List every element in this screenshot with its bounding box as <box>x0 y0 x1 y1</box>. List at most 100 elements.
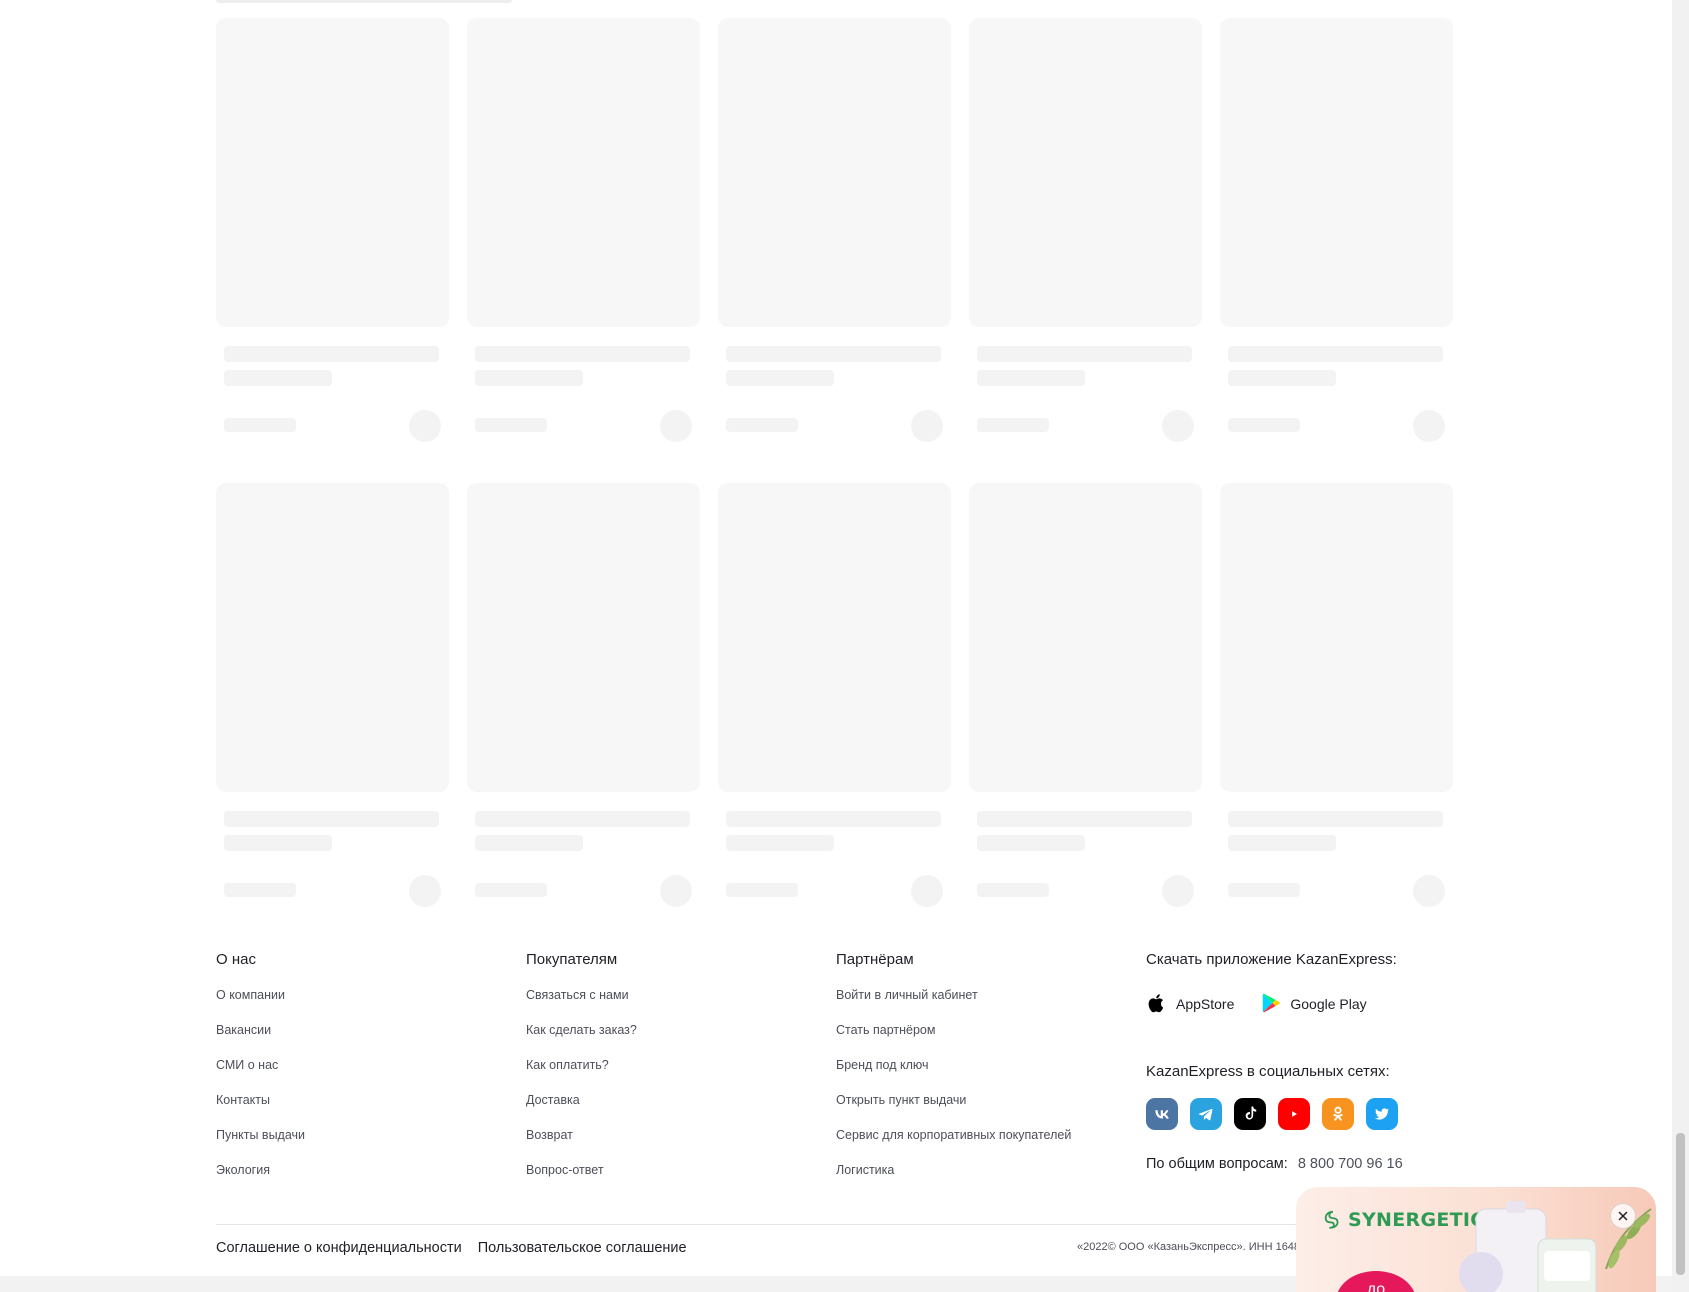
skeleton-cart-button <box>409 875 441 907</box>
skeleton-subtitle-line <box>726 370 834 386</box>
skeleton-product-card <box>1220 18 1453 483</box>
skeleton-subtitle-line <box>977 370 1085 386</box>
skeleton-product-card <box>1220 483 1453 948</box>
skeleton-title-line <box>726 811 941 827</box>
footer-link-ecology[interactable]: Экология <box>216 1160 305 1180</box>
skeleton-subtitle-line <box>726 835 834 851</box>
twitter-icon[interactable] <box>1366 1098 1398 1130</box>
user-agreement-link[interactable]: Пользовательское соглашение <box>478 1240 687 1256</box>
footer-link-faq[interactable]: Вопрос-ответ <box>526 1160 637 1180</box>
legal-links: Соглашение о конфиденциальности Пользова… <box>216 1240 687 1256</box>
footer-column-buyers: Покупателям Связаться с нами Как сделать… <box>526 950 637 1180</box>
skeleton-cart-button <box>1413 875 1445 907</box>
skeleton-title-line <box>977 811 1192 827</box>
footer-link-how-to-order[interactable]: Как сделать заказ? <box>526 1020 637 1040</box>
skeleton-price <box>726 883 798 897</box>
skeleton-image <box>467 483 700 792</box>
footer-link-turnkey-brand[interactable]: Бренд под ключ <box>836 1055 1071 1075</box>
skeleton-image <box>718 483 951 792</box>
skeleton-cart-button <box>1162 410 1194 442</box>
telegram-icon[interactable] <box>1190 1098 1222 1130</box>
footer-link-open-pickup-point[interactable]: Открыть пункт выдачи <box>836 1090 1071 1110</box>
apple-icon <box>1146 991 1168 1018</box>
skeleton-image <box>467 18 700 327</box>
googleplay-label: Google Play <box>1290 996 1367 1012</box>
skeleton-price <box>475 883 547 897</box>
footer-heading-partners: Партнёрам <box>836 951 914 968</box>
app-store-links: AppStore Google Play <box>1146 988 1466 1020</box>
vertical-scrollbar[interactable] <box>1672 0 1689 1292</box>
skeleton-subtitle-line <box>224 370 332 386</box>
skeleton-price <box>726 418 798 432</box>
google-play-icon <box>1260 991 1282 1018</box>
skeleton-image <box>1220 18 1453 327</box>
vk-icon[interactable] <box>1146 1098 1178 1130</box>
footer-link-contact-us[interactable]: Связаться с нами <box>526 985 637 1005</box>
footer-link-logistics[interactable]: Логистика <box>836 1160 1071 1180</box>
skeleton-price <box>977 883 1049 897</box>
product-grid-skeleton <box>216 18 1456 948</box>
skeleton-cart-button <box>660 410 692 442</box>
close-icon <box>1618 1211 1628 1221</box>
footer-heading-buyers: Покупателям <box>526 951 618 968</box>
skeleton-image <box>1220 483 1453 792</box>
skeleton-cart-button <box>1162 875 1194 907</box>
footer-column-partners: Партнёрам Войти в личный кабинет Стать п… <box>836 950 1071 1180</box>
googleplay-button[interactable]: Google Play <box>1260 991 1367 1018</box>
youtube-icon[interactable] <box>1278 1098 1310 1130</box>
footer-link-how-to-pay[interactable]: Как оплатить? <box>526 1055 637 1075</box>
skeleton-product-card <box>718 18 951 483</box>
skeleton-cart-button <box>1413 410 1445 442</box>
skeleton-subtitle-line <box>475 370 583 386</box>
footer-link-corporate-service[interactable]: Сервис для корпоративных покупателей <box>836 1125 1071 1145</box>
skeleton-image <box>718 18 951 327</box>
support-phone-row: По общим вопросам: 8 800 700 96 16 <box>1146 1156 1466 1172</box>
skeleton-price <box>224 883 296 897</box>
scrollbar-thumb[interactable] <box>1676 1133 1685 1275</box>
support-label: По общим вопросам: <box>1146 1156 1288 1172</box>
footer-link-delivery[interactable]: Доставка <box>526 1090 637 1110</box>
skeleton-cart-button <box>911 875 943 907</box>
tiktok-icon[interactable] <box>1234 1098 1266 1130</box>
odnoklassniki-icon[interactable] <box>1322 1098 1354 1130</box>
skeleton-row <box>216 18 1456 483</box>
skeleton-image <box>216 18 449 327</box>
footer-column-about: О нас О компании Вакансии СМИ о нас Конт… <box>216 950 305 1180</box>
skeleton-subtitle-line <box>475 835 583 851</box>
footer-link-vacancies[interactable]: Вакансии <box>216 1020 305 1040</box>
promo-close-button[interactable] <box>1610 1203 1636 1229</box>
appstore-button[interactable]: AppStore <box>1146 991 1234 1018</box>
skeleton-title-line <box>1228 346 1443 362</box>
promo-discount-badge: до <box>1336 1271 1416 1292</box>
skeleton-title-line <box>475 346 690 362</box>
footer-link-press[interactable]: СМИ о нас <box>216 1055 305 1075</box>
skeleton-product-card <box>718 483 951 948</box>
skeleton-image <box>969 18 1202 327</box>
skeleton-price <box>1228 883 1300 897</box>
skeleton-subtitle-line <box>977 835 1085 851</box>
promo-banner[interactable]: SYNERGETIC до <box>1296 1187 1656 1292</box>
skeleton-product-card <box>969 18 1202 483</box>
footer-divider <box>216 1224 1456 1225</box>
skeleton-row <box>216 483 1456 948</box>
skeleton-subtitle-line <box>224 835 332 851</box>
skeleton-product-card <box>216 483 449 948</box>
copyright-text: «2022© ООО «КазаньЭкспресс». ИНН 1648 <box>1077 1241 1301 1253</box>
skeleton-price <box>475 418 547 432</box>
footer-link-partner-login[interactable]: Войти в личный кабинет <box>836 985 1071 1005</box>
footer-link-pickup-points[interactable]: Пункты выдачи <box>216 1125 305 1145</box>
skeleton-title-line <box>224 811 439 827</box>
skeleton-cart-button <box>911 410 943 442</box>
footer-column-app-social: Скачать приложение KazanExpress: AppStor… <box>1146 950 1466 1172</box>
footer-link-returns[interactable]: Возврат <box>526 1125 637 1145</box>
privacy-policy-link[interactable]: Соглашение о конфиденциальности <box>216 1240 462 1256</box>
skeleton-price <box>977 418 1049 432</box>
skeleton-title-line <box>224 346 439 362</box>
skeleton-subtitle-line <box>1228 370 1336 386</box>
footer-link-company[interactable]: О компании <box>216 985 305 1005</box>
support-phone[interactable]: 8 800 700 96 16 <box>1298 1156 1403 1172</box>
footer-link-contacts[interactable]: Контакты <box>216 1090 305 1110</box>
footer-heading-app: Скачать приложение KazanExpress: <box>1146 951 1397 968</box>
footer-link-become-partner[interactable]: Стать партнёром <box>836 1020 1071 1040</box>
skeleton-product-card <box>467 18 700 483</box>
